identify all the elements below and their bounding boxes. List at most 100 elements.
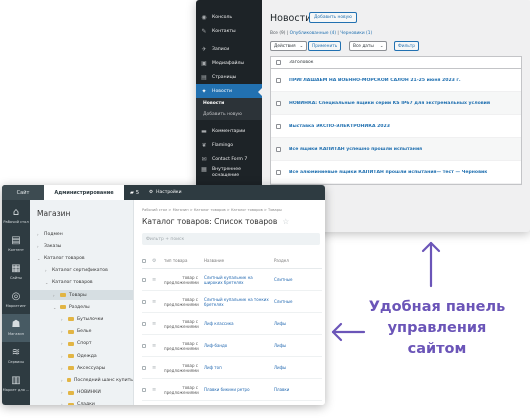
settings-gear-icon[interactable]: ⚙ (152, 258, 164, 264)
row-section-link[interactable]: Плавки (274, 387, 314, 392)
tree-item[interactable]: › Спорт (30, 339, 133, 349)
wp-filter-drafts[interactable]: Черновики (1) (340, 31, 372, 36)
wp-filter-button[interactable]: Фильтр (394, 41, 420, 51)
row-checkbox[interactable] (276, 77, 281, 83)
row-name-link[interactable]: Лиф-бандо (204, 343, 274, 348)
wp-filter-all[interactable]: Все (9) (270, 31, 285, 36)
tree-item[interactable]: › НОВИНКИ (30, 388, 133, 398)
sidebar-item-desktop[interactable]: ⌂ Рабочий стол (2, 202, 30, 230)
chevron-down-icon[interactable]: ⌄ (37, 256, 41, 261)
wp-menu-item-news[interactable]: ✦ Новости (196, 84, 262, 98)
chevron-right-icon[interactable]: › (61, 317, 65, 322)
tree-item[interactable]: › Подмен (30, 229, 133, 239)
wp-menu-item-dashboard[interactable]: ◉ Консоль (196, 10, 262, 24)
star-icon[interactable]: ☆ (282, 217, 289, 226)
row-checkbox[interactable] (276, 100, 281, 106)
wp-menu-item-contacts[interactable]: ✎ Контакты (196, 24, 262, 38)
wp-menu-item-pages[interactable]: ▤ Страницы (196, 70, 262, 84)
row-name-link[interactable]: Лиф классика (204, 321, 274, 326)
tree-item[interactable]: › Товары (30, 290, 133, 300)
row-section-link[interactable]: Слитные (274, 277, 314, 282)
chevron-right-icon[interactable]: › (45, 268, 49, 273)
chevron-down-icon[interactable]: ⌄ (45, 280, 49, 285)
wp-menu-item-comments[interactable]: ▬ Комментарии (196, 124, 262, 138)
row-section-link[interactable]: Лифы (274, 321, 314, 326)
row-checkbox[interactable] (142, 365, 152, 370)
wp-menu-item-flamingo[interactable]: ❦ Flamingo (196, 138, 262, 152)
wp-submenu-add-new[interactable]: Добавить новую (196, 109, 262, 120)
row-menu-icon[interactable]: ≡ (152, 343, 164, 349)
row-menu-icon[interactable]: ≡ (152, 277, 164, 283)
sidebar-item-content[interactable]: ▤ Контент (2, 230, 30, 258)
chevron-right-icon[interactable]: › (61, 329, 65, 334)
row-name-link[interactable]: Слитный купальник на широких бретелях (204, 275, 274, 285)
sidebar-item-marketing[interactable]: ◎ Маркетинг (2, 286, 30, 314)
row-checkbox[interactable] (276, 169, 281, 175)
sidebar-item-services[interactable]: ≋ Сервисы (2, 342, 30, 370)
wp-post-title-link[interactable]: Все алюминиевые ящики КАПИТАН прошли исп… (289, 170, 487, 175)
wp-add-new-button[interactable]: Добавить новую (309, 12, 357, 23)
tree-item[interactable]: › Сладки (30, 400, 133, 405)
tree-item[interactable]: › Аксессуары (30, 363, 133, 373)
notifications-button[interactable]: ▰ 5 (130, 190, 139, 196)
wp-filter-published[interactable]: Опубликованные (4) (290, 31, 336, 36)
row-menu-icon[interactable]: ≡ (152, 321, 164, 327)
tree-item[interactable]: ⌄ Каталог товаров (30, 278, 133, 288)
row-name-link[interactable]: Лиф топ (204, 365, 274, 370)
chevron-right-icon[interactable]: › (61, 366, 65, 371)
tab-site[interactable]: Сайт (2, 185, 44, 200)
wp-submenu-all-news[interactable]: Новости (196, 98, 262, 109)
filter-search-input[interactable]: Фильтр + поиск (142, 233, 320, 245)
wp-date-select[interactable]: Все даты ⌄ (349, 41, 388, 51)
wp-apply-button[interactable]: Применить (308, 41, 342, 51)
row-checkbox[interactable] (142, 277, 152, 282)
tree-item[interactable]: › Последний шанс купить (30, 375, 133, 385)
wp-menu-item-posts[interactable]: ✈ Записи (196, 42, 262, 56)
chevron-right-icon[interactable]: › (61, 378, 64, 383)
chevron-right-icon[interactable]: › (61, 341, 65, 346)
wp-menu-item-media[interactable]: ▣ Медиафайлы (196, 56, 262, 70)
column-section[interactable]: Раздел (274, 258, 314, 263)
tree-item[interactable]: › Белье (30, 327, 133, 337)
row-section-link[interactable]: Слитные (274, 299, 314, 304)
row-checkbox[interactable] (276, 146, 281, 152)
chevron-right-icon[interactable]: › (61, 354, 65, 359)
row-checkbox[interactable] (142, 387, 152, 392)
wp-column-title[interactable]: Заголовок (289, 60, 314, 65)
wp-menu-item-equipment[interactable]: ▦ Внутреннее оснащение (196, 167, 262, 187)
tree-item[interactable]: › Одежда (30, 351, 133, 361)
tree-item[interactable]: › Бутылочки (30, 314, 133, 324)
row-name-link[interactable]: Плавки бикини ретро (204, 387, 274, 392)
row-menu-icon[interactable]: ≡ (152, 299, 164, 305)
chevron-right-icon[interactable]: › (61, 390, 65, 395)
column-name[interactable]: Название (204, 258, 274, 263)
row-menu-icon[interactable]: ≡ (152, 365, 164, 371)
tree-item[interactable]: ⌄ Каталог товаров (30, 253, 133, 263)
settings-button[interactable]: ⚙ Настройки (149, 190, 181, 195)
chevron-right-icon[interactable]: › (53, 293, 57, 298)
sidebar-item-shop[interactable]: ☗ Магазин (2, 314, 30, 342)
sidebar-item-marketplace[interactable]: ▥ Маркет для ... (2, 370, 30, 398)
select-all-checkbox[interactable] (142, 258, 152, 263)
row-checkbox[interactable] (142, 343, 152, 348)
row-checkbox[interactable] (142, 299, 152, 304)
row-checkbox[interactable] (276, 123, 281, 129)
tab-administration[interactable]: Администрирование (44, 185, 124, 200)
wp-bulk-action-select[interactable]: Действия ⌄ (270, 41, 308, 51)
select-all-checkbox[interactable] (276, 60, 281, 65)
sidebar-item-sites[interactable]: ▦ Сайты (2, 258, 30, 286)
wp-menu-item-contact-form[interactable]: ✉ Contact Form 7 (196, 152, 262, 166)
tree-item[interactable]: › Заказы (30, 241, 133, 251)
row-name-link[interactable]: Слитный купальник на тонких бретелях (204, 297, 274, 307)
chevron-right-icon[interactable]: › (37, 244, 41, 249)
row-checkbox[interactable] (142, 321, 152, 326)
wp-post-title-link[interactable]: ПРИГЛАШАЕМ НА ВОЕННО-МОРСКОЙ САЛОН 21-25… (289, 78, 461, 83)
chevron-right-icon[interactable]: › (61, 402, 65, 405)
column-type[interactable]: тип товара (164, 258, 204, 263)
wp-post-title-link[interactable]: НОВИНКА: Специальные ящики серии KS IP67… (289, 101, 490, 106)
chevron-right-icon[interactable]: › (37, 232, 41, 237)
wp-post-title-link[interactable]: Выставка ЭКСПО-ЭЛЕКТРОНИКА 2023 (289, 124, 390, 129)
wp-post-title-link[interactable]: Все ящики КАПИТАН успешно прошли испытан… (289, 147, 422, 152)
row-section-link[interactable]: Лифы (274, 343, 314, 348)
tree-item[interactable]: › Каталог сертификатов (30, 266, 133, 276)
